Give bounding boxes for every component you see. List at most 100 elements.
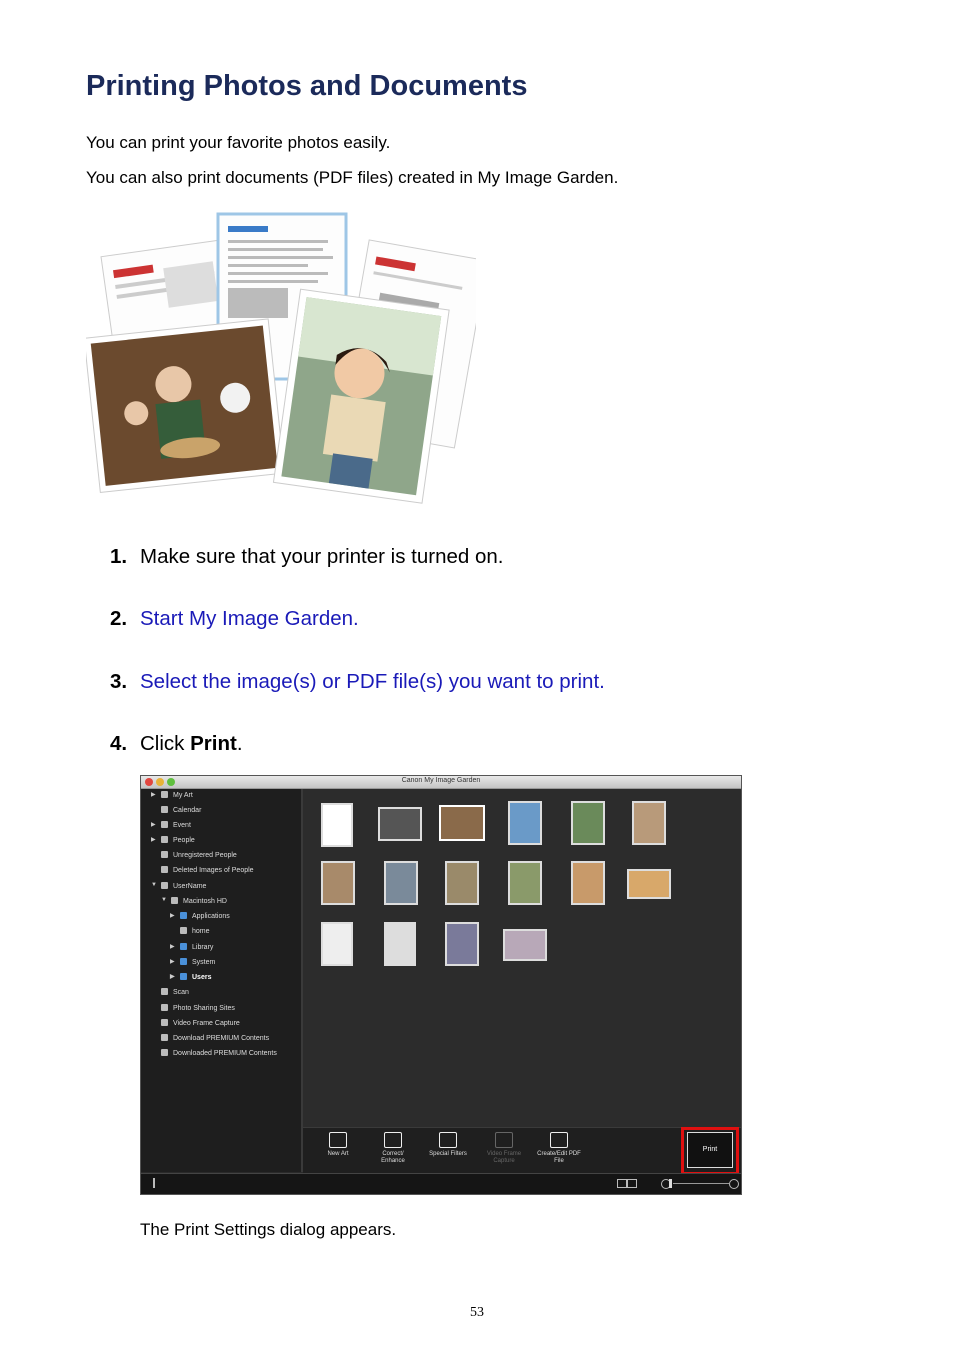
sidebar-item-applications[interactable]: ▶ Applications [170,912,230,920]
sidebar-item-deleted-images[interactable]: Deleted Images of People [161,866,254,874]
sidebar-item-home[interactable]: home [180,927,210,935]
special-filters-icon [439,1132,457,1148]
page-title: Printing Photos and Documents [86,70,528,102]
detail-view-icon[interactable] [627,1179,637,1188]
person-icon [161,836,168,843]
special-filters-button[interactable]: Special Filters [425,1132,471,1158]
window-titlebar: Canon My Image Garden [141,776,741,789]
image-thumbnail[interactable] [445,922,479,966]
start-my-image-garden-link[interactable]: Start My Image Garden. [140,607,359,631]
person-icon [161,851,168,858]
sidebar-item-event[interactable]: ▶ Event [151,821,191,829]
step-number: 2. [110,607,128,630]
sidebar-item-unregistered-people[interactable]: Unregistered People [161,851,237,859]
sidebar-item-system[interactable]: ▶ System [170,958,216,966]
step-number: 3. [110,670,128,693]
sidebar-item-label: home [192,928,210,935]
bottom-toolbar: New Art Correct/ Enhance Special Filters… [303,1127,741,1174]
step-number: 1. [110,545,128,568]
image-thumbnail[interactable] [321,922,353,966]
correct-enhance-label: Correct/ Enhance [381,1151,405,1164]
sidebar-item-photo-sharing[interactable]: Photo Sharing Sites [161,1004,235,1012]
print-settings-note: The Print Settings dialog appears. [140,1220,397,1239]
image-thumbnail[interactable] [384,922,416,966]
sidebar-item-label: Macintosh HD [183,898,227,905]
hard-drive-icon [171,897,178,904]
sidebar-item-downloaded-premium[interactable]: Downloaded PREMIUM Contents [161,1049,277,1057]
sidebar-item-label: Video Frame Capture [173,1020,240,1027]
video-frame-capture-label: Video Frame Capture [486,1151,522,1164]
pdf-thumbnail[interactable] [321,803,353,847]
sidebar-item-download-premium[interactable]: Download PREMIUM Contents [161,1034,269,1042]
sidebar-item-label: Applications [192,913,230,920]
sidebar-item-people[interactable]: ▶ People [151,836,195,844]
zoom-in-icon[interactable] [729,1179,739,1189]
sidebar-item-label: Photo Sharing Sites [173,1005,235,1012]
home-icon [180,927,187,934]
sidebar: ▶ My Art Calendar ▶ Event ▶ People Unregist… [141,789,303,1172]
event-icon [161,821,168,828]
download-icon [161,1034,168,1041]
video-frame-capture-icon [495,1132,513,1148]
my-image-garden-window: Canon My Image Garden ▶ My Art Calendar ▶… [140,775,742,1195]
calendar-icon [161,806,168,813]
sidebar-item-video-frame-capture[interactable]: Video Frame Capture [161,1019,240,1027]
sidebar-item-label: Download PREMIUM Contents [173,1035,270,1042]
intro-line-1: You can print your favorite photos easil… [86,133,391,152]
photo-sharing-icon [161,1004,168,1011]
sidebar-item-scan[interactable]: Scan [161,988,189,996]
folder-icon [180,973,187,980]
person-outline-icon [161,866,168,873]
image-thumbnail[interactable] [508,801,542,845]
thumbnail-view-icon[interactable] [617,1179,627,1188]
pdf-file-icon [550,1132,568,1148]
step-number: 4. [110,732,128,755]
sidebar-item-library[interactable]: ▶ Library [170,943,214,951]
sidebar-item-users[interactable]: ▶ Users [170,973,212,981]
create-edit-pdf-label: Create/Edit PDF File [537,1151,581,1164]
info-icon[interactable] [153,1178,155,1188]
sidebar-item-macintosh-hd[interactable]: ▼ Macintosh HD [161,897,227,905]
image-thumbnail[interactable] [445,861,479,905]
sidebar-item-calendar[interactable]: Calendar [161,806,201,814]
sidebar-item-label: My Art [173,792,193,799]
image-thumbnail[interactable] [508,861,542,905]
print-bold-label: Print [190,732,237,755]
sidebar-item-label: Library [192,944,214,951]
zoom-slider-handle[interactable] [669,1179,672,1188]
sidebar-item-label: Scan [173,989,189,996]
page-number: 53 [470,1305,484,1320]
sidebar-item-username[interactable]: ▼ UserName [151,882,207,890]
sidebar-item-label: Deleted Images of People [173,867,254,874]
window-title: Canon My Image Garden [401,777,481,784]
folder-icon [180,943,187,950]
image-thumbnail[interactable] [503,929,547,961]
image-thumbnail[interactable] [439,805,485,841]
image-thumbnail[interactable] [378,807,422,841]
select-images-link[interactable]: Select the image(s) or PDF file(s) you w… [140,670,605,694]
sidebar-item-label: System [192,959,216,966]
image-thumbnail[interactable] [384,861,418,905]
sidebar-item-label: Event [173,822,191,829]
sidebar-item-label: Users [192,974,212,981]
new-art-icon [329,1132,347,1148]
new-art-button[interactable]: New Art [315,1132,361,1158]
image-thumbnail[interactable] [632,801,666,845]
folder-icon [180,958,187,965]
image-thumbnail[interactable] [571,861,605,905]
video-frame-icon [161,1019,168,1026]
step-text-after: . [236,732,243,755]
create-edit-pdf-button[interactable]: Create/Edit PDF File [536,1132,582,1165]
step-text: Make sure that your printer is turned on… [140,545,504,568]
correct-enhance-button[interactable]: Correct/ Enhance [370,1132,416,1165]
image-thumbnail[interactable] [321,861,355,905]
video-frame-capture-button[interactable]: Video Frame Capture [481,1132,527,1165]
sidebar-item-my-art[interactable]: ▶ My Art [151,791,193,799]
sidebar-item-label: UserName [173,883,207,890]
status-bar [141,1173,741,1194]
print-button[interactable]: Print [687,1132,733,1168]
image-thumbnail[interactable] [627,869,671,899]
zoom-slider[interactable] [673,1183,729,1184]
image-thumbnail[interactable] [571,801,605,845]
new-art-label: New Art [327,1151,349,1157]
